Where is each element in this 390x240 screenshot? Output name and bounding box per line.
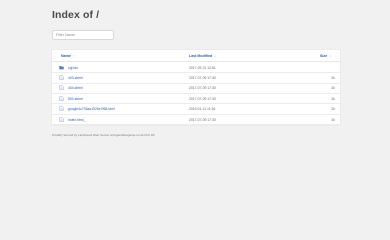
file-link[interactable]: 404.shtml	[68, 86, 83, 90]
filter-name-input[interactable]	[52, 30, 114, 40]
file-link[interactable]: google4c733aa1926e7f68.html	[68, 107, 115, 111]
file-icon	[59, 106, 64, 112]
sort-ascending-icon: ↑	[72, 53, 75, 58]
modified-column-label: Last Modified	[189, 53, 213, 58]
sort-by-name-header[interactable]: Name ↑	[61, 54, 75, 58]
last-modified-cell: 2017-07-09 17:30	[189, 96, 216, 101]
file-link[interactable]: index.html_	[68, 118, 85, 122]
size-column-label: Size	[320, 53, 328, 58]
last-modified-cell: 2017-09-21 12:51	[189, 65, 216, 70]
name-column-label: Name	[61, 53, 71, 58]
file-icon	[59, 116, 64, 122]
folder-link[interactable]: cgi-bin	[68, 66, 78, 70]
table-row[interactable]: index.html_ 2017-07-09 17:30 2k	[52, 114, 340, 126]
folder-icon	[59, 65, 64, 69]
page-title: Index of /	[52, 9, 100, 21]
last-modified-cell: 2017-07-09 17:30	[189, 75, 216, 80]
server-footer: Proudly Served by LiteSpeed Web Server a…	[52, 133, 155, 137]
sort-icon: ↕	[329, 53, 331, 58]
file-icon	[59, 95, 64, 101]
file-icon	[59, 85, 64, 91]
size-cell: 2k	[331, 96, 335, 101]
last-modified-cell: 2019-01-11 11:16	[189, 107, 216, 112]
last-modified-cell: 2017-07-09 17:30	[189, 86, 216, 91]
size-cell: 2k	[331, 75, 335, 80]
size-cell: 2k	[331, 107, 335, 112]
sort-by-modified-header[interactable]: Last Modified ↕	[189, 54, 216, 58]
sort-by-size-header[interactable]: Size ↕	[320, 54, 331, 58]
size-cell: 2k	[331, 117, 335, 122]
file-link[interactable]: 403.shtml	[68, 76, 83, 80]
table-header: Name ↑ Last Modified ↕ Size ↕	[52, 50, 340, 62]
file-icon	[59, 75, 64, 80]
size-cell: 2k	[331, 86, 335, 91]
last-modified-cell: 2017-07-09 17:30	[189, 117, 216, 122]
file-link[interactable]: 500.shtml	[68, 97, 83, 101]
sort-icon: ↕	[214, 53, 216, 58]
file-table: Name ↑ Last Modified ↕ Size ↕ cgi-bin 2017-0…	[52, 50, 340, 126]
